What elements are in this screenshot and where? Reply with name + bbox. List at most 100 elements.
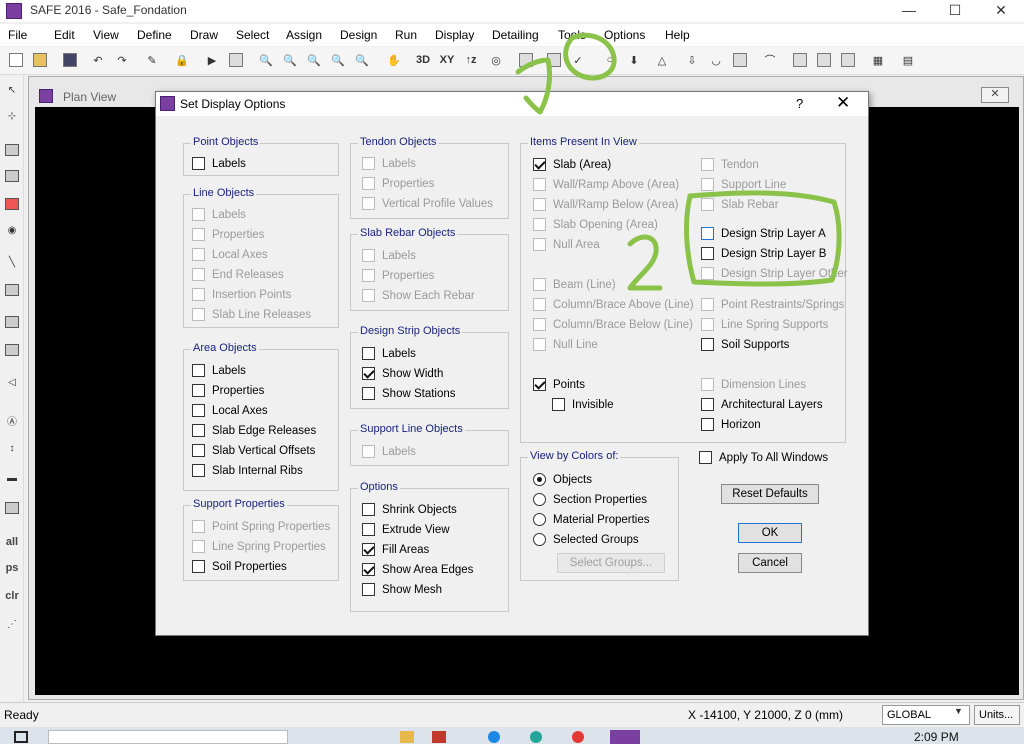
menu-display[interactable]: Display [435,28,474,42]
intersecting-line-icon[interactable]: ⋰ [3,615,21,633]
undo-icon[interactable]: ↶ [88,50,108,70]
draw-tendon-icon[interactable]: ◁ [3,373,21,391]
reshape-icon[interactable]: ⊹ [3,107,21,125]
taskbar-search-box[interactable] [48,730,288,744]
line-end-releases-checkbox[interactable]: End Releases [192,268,284,281]
show-mesh-checkbox[interactable]: Show Mesh [362,583,442,596]
download-icon[interactable]: ⬇ [624,50,644,70]
area-local-axes-checkbox[interactable]: Local Axes [192,404,268,417]
ok-button[interactable]: OK [738,523,802,543]
slab-line-releases-checkbox[interactable]: Slab Line Releases [192,308,311,321]
color-by-section-properties-radio[interactable]: Section Properties [533,493,647,506]
plan-view-close-button[interactable]: ✕ [981,87,1009,103]
column-brace-below-checkbox[interactable]: Column/Brace Below (Line) [533,318,693,331]
point-labels-checkbox[interactable]: Labels [192,157,246,170]
menu-run[interactable]: Run [395,28,417,42]
zoom-restore-icon[interactable]: 🔍 [280,50,300,70]
draw-strip-icon[interactable] [3,313,21,331]
file-explorer-icon[interactable] [400,731,414,743]
dimension-icon[interactable]: ↕ [3,439,21,457]
extrude-view-checkbox[interactable]: Extrude View [362,523,450,536]
tendon-checkbox[interactable]: Tendon [701,158,759,171]
help-button[interactable]: ? [796,96,803,111]
menu-file[interactable]: File [8,28,27,42]
load-arrow-icon[interactable]: ⇩ [682,50,702,70]
run-icon[interactable]: ▶ [202,50,222,70]
select-all-button[interactable]: all [3,533,21,551]
horizon-checkbox[interactable]: Horizon [701,418,761,431]
vertical-profile-values-checkbox[interactable]: Vertical Profile Values [362,197,493,210]
rebar-properties-checkbox[interactable]: Properties [362,269,434,282]
slab-opening-checkbox[interactable]: Slab Opening (Area) [533,218,658,231]
design-strip-layer-b-checkbox[interactable]: Design Strip Layer B [701,247,826,260]
previous-selection-button[interactable]: ps [3,559,21,577]
display-options-icon[interactable] [544,50,564,70]
safe-taskbar-icon[interactable] [610,730,640,744]
show-each-rebar-checkbox[interactable]: Show Each Rebar [362,289,475,302]
dimension-lines-checkbox[interactable]: Dimension Lines [701,378,806,391]
grid-icon[interactable]: ▦ [868,50,888,70]
tendon-properties-checkbox[interactable]: Properties [362,177,434,190]
menu-edit[interactable]: Edit [54,28,75,42]
cancel-button[interactable]: Cancel [738,553,802,573]
show-forces-icon[interactable] [730,50,750,70]
shrink-objects-checkbox[interactable]: Shrink Objects [362,503,457,516]
line-properties-checkbox[interactable]: Properties [192,228,264,241]
tendon-labels-checkbox[interactable]: Labels [362,157,416,170]
support-line-labels-checkbox[interactable]: Labels [362,445,416,458]
snap-icon[interactable] [3,499,21,517]
acrobat-icon[interactable] [432,731,446,743]
menu-assign[interactable]: Assign [286,28,322,42]
wall-ramp-above-checkbox[interactable]: Wall/Ramp Above (Area) [533,178,679,191]
menu-select[interactable]: Select [236,28,269,42]
save-icon[interactable] [60,50,80,70]
select-all-labels-icon[interactable]: Ⓐ [3,411,21,429]
reset-defaults-button[interactable]: Reset Defaults [721,484,819,504]
beam-line-checkbox[interactable]: Beam (Line) [533,278,616,291]
menu-define[interactable]: Define [137,28,172,42]
column-brace-above-checkbox[interactable]: Column/Brace Above (Line) [533,298,694,311]
line-local-axes-checkbox[interactable]: Local Axes [192,248,268,261]
browser-icon[interactable] [530,731,542,743]
menu-draw[interactable]: Draw [190,28,218,42]
zoom-extents-icon[interactable]: 🔍 [304,50,324,70]
menu-detailing[interactable]: Detailing [492,28,539,42]
null-line-checkbox[interactable]: Null Line [533,338,598,351]
zoom-out-icon[interactable]: 🔍 [352,50,372,70]
edge-icon[interactable] [488,731,500,743]
triangle-icon[interactable]: △ [652,50,672,70]
draw-rect-area-icon[interactable] [3,167,21,185]
architectural-layers-checkbox[interactable]: Architectural Layers [701,398,823,411]
menu-tools[interactable]: Tools [558,28,586,42]
undeformed-shape-icon[interactable] [516,50,536,70]
check-icon[interactable]: ✓ [568,50,588,70]
pencil-icon[interactable]: ✎ [142,50,162,70]
dialog-close-button[interactable]: ✕ [836,93,850,113]
slab-forces-icon[interactable] [814,50,834,70]
units-button[interactable]: Units... [974,705,1020,725]
color-by-material-properties-radio[interactable]: Material Properties [533,513,650,526]
rotate-view-icon[interactable]: ◎ [486,50,506,70]
deformed-shape-icon[interactable]: ◡ [706,50,726,70]
line-spring-properties-checkbox[interactable]: Line Spring Properties [192,540,326,553]
menu-help[interactable]: Help [665,28,690,42]
view-xy-button[interactable]: XY [437,50,457,70]
show-stations-checkbox[interactable]: Show Stations [362,387,456,400]
slab-area-checkbox[interactable]: Slab (Area) [533,158,611,171]
strip-forces-icon[interactable] [790,50,810,70]
slab-rebar-checkbox[interactable]: Slab Rebar [701,198,779,211]
color-by-objects-radio[interactable]: Objects [533,473,592,486]
strip-labels-checkbox[interactable]: Labels [362,347,416,360]
draw-wall-icon[interactable] [3,341,21,359]
show-area-edges-checkbox[interactable]: Show Area Edges [362,563,473,576]
pointer-icon[interactable]: ↖ [3,81,21,99]
point-restraints-springs-checkbox[interactable]: Point Restraints/Springs [701,298,844,311]
windows-start-icon[interactable] [14,731,28,743]
wall-ramp-below-checkbox[interactable]: Wall/Ramp Below (Area) [533,198,678,211]
refresh-icon[interactable]: ○ [600,50,620,70]
null-area-checkbox[interactable]: Null Area [533,238,600,251]
rebar-labels-checkbox[interactable]: Labels [362,249,416,262]
show-width-checkbox[interactable]: Show Width [362,367,443,380]
color-by-selected-groups-radio[interactable]: Selected Groups [533,533,639,546]
minimize-button[interactable]: — [886,0,932,22]
